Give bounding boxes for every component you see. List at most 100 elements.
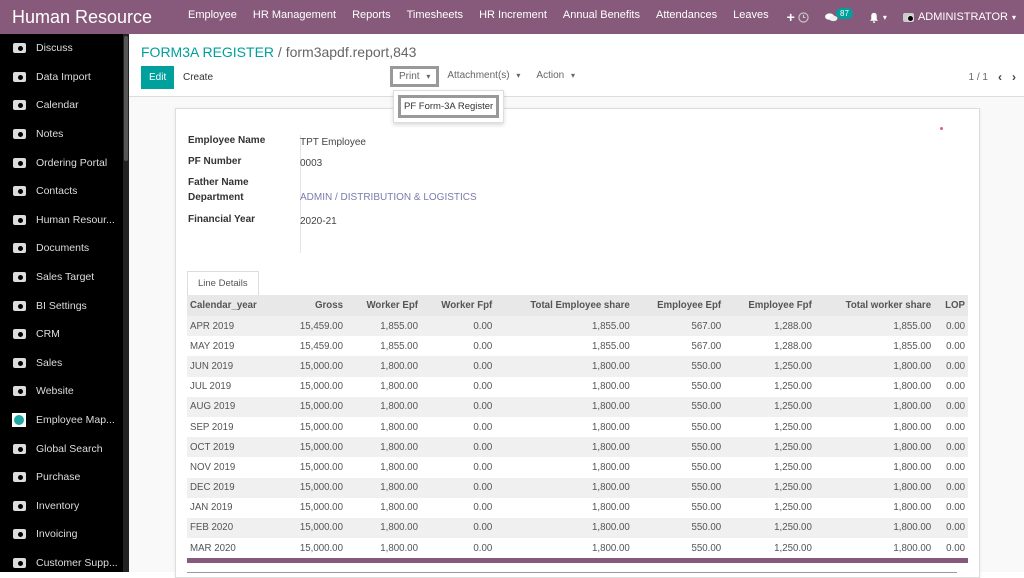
table-cell: 1,800.00 [345, 477, 421, 498]
sidebar-item-purchase[interactable]: Purchase [0, 463, 129, 492]
sidebar-item-global-search[interactable]: Global Search [0, 434, 129, 463]
table-row[interactable]: AUG 2019 15,000.00 1,800.00 0.00 1,800.00 550… [187, 396, 968, 417]
table-cell: 15,459.00 [299, 340, 343, 352]
tab-line-details[interactable]: Line Details [187, 271, 259, 296]
table-row[interactable]: FEB 2020 15,000.00 1,800.00 0.00 1,800.00 550… [187, 517, 968, 539]
menu-item-leaves[interactable]: Leaves [725, 9, 776, 25]
column-header-worker-epf[interactable]: Worker Epf [345, 295, 421, 316]
sidebar-items: Discuss Data Import Calendar Notes Ordering … [0, 34, 129, 572]
sidebar-item-inventory[interactable]: Inventory [0, 492, 129, 521]
caret-down-icon: ▾ [516, 71, 521, 80]
print-dropdown[interactable]: Print ▾ [390, 66, 440, 87]
menu-item-attendances[interactable]: Attendances [648, 9, 725, 25]
edit-button[interactable]: Edit [141, 66, 175, 89]
table-row[interactable]: MAR 2020 15,000.00 1,800.00 0.00 1,800.00 550… [187, 538, 968, 558]
map-pin-icon [12, 413, 26, 428]
user-menu[interactable]: ADMINISTRATOR ▾ [895, 11, 1024, 23]
table-cell: APR 2019 [187, 316, 282, 337]
field-label: Employee Name [188, 135, 266, 146]
table-row[interactable]: JAN 2019 15,000.00 1,800.00 0.00 1,800.00 550… [187, 498, 968, 518]
sidebar-item-contacts[interactable]: Contacts [0, 177, 129, 206]
table-cell: 0.00 [420, 396, 496, 417]
table-cell: 1,250.00 [774, 461, 812, 473]
menu-item-reports[interactable]: Reports [344, 9, 399, 25]
sidebar-item-invoicing[interactable]: Invoicing [0, 520, 129, 549]
menu-item-hr-management[interactable]: HR Management [245, 9, 344, 25]
sidebar-item-bi-settings[interactable]: BI Settings [0, 291, 129, 320]
sidebar-item-notes[interactable]: Notes [0, 120, 129, 149]
column-header-calendar-year[interactable]: Calendar_year [187, 295, 282, 316]
sidebar-scrollbar[interactable] [124, 36, 128, 161]
attachments-dropdown[interactable]: Attachment(s) ▾ [439, 66, 528, 87]
sidebar-item-label: CRM [36, 328, 60, 341]
sidebar-item-sales[interactable]: Sales [0, 349, 129, 378]
menu-item-timesheets[interactable]: Timesheets [399, 9, 471, 25]
table-cell: 1,288.00 [724, 316, 815, 337]
sidebar-item-website[interactable]: Website [0, 377, 129, 406]
table-row[interactable]: JUN 2019 15,000.00 1,800.00 0.00 1,800.00 550… [187, 356, 968, 377]
table-footer-line [187, 572, 957, 573]
table-cell: 15,000.00 [281, 437, 346, 458]
column-header-lop[interactable]: LOP [934, 295, 968, 316]
breadcrumb-root-link[interactable]: FORM3A REGISTER [141, 44, 274, 60]
table-row[interactable]: JUL 2019 15,000.00 1,800.00 0.00 1,800.00 550… [187, 377, 968, 397]
camera-icon [12, 357, 26, 369]
sidebar-item-customer-supp[interactable]: Customer Supp... [0, 549, 129, 572]
table-cell: JUN 2019 [187, 356, 282, 377]
messages-button[interactable]: 87 [817, 7, 861, 23]
sidebar-item-documents[interactable]: Documents [0, 234, 129, 263]
table-row[interactable]: OCT 2019 15,000.00 1,800.00 0.00 1,800.00 550… [187, 437, 968, 458]
chevron-right-icon[interactable]: › [1012, 70, 1016, 84]
table-cell: 0.00 [420, 517, 496, 539]
table-row[interactable]: DEC 2019 15,000.00 1,800.00 0.00 1,800.00 550… [187, 477, 968, 498]
sidebar-item-sales-target[interactable]: Sales Target [0, 263, 129, 292]
create-button[interactable]: Create [179, 66, 217, 89]
table-cell: 1,250.00 [724, 396, 815, 417]
table-row[interactable]: NOV 2019 15,000.00 1,800.00 0.00 1,800.00 550… [187, 457, 968, 477]
sidebar-item-ordering-portal[interactable]: Ordering Portal [0, 148, 129, 177]
sidebar-item-data-import[interactable]: Data Import [0, 63, 129, 92]
table-cell: 15,000.00 [281, 477, 346, 498]
sidebar-item-employee-map[interactable]: Employee Map... [0, 406, 129, 435]
camera-icon [12, 443, 26, 455]
table-row[interactable]: APR 2019 15,459.00 1,855.00 0.00 1,855.00 567… [187, 316, 968, 337]
table-cell: 0.00 [934, 437, 968, 458]
sidebar-item-human-resour[interactable]: Human Resour... [0, 206, 129, 235]
sidebar-item-discuss[interactable]: Discuss [0, 34, 129, 63]
systray: 87 ▾ ADMINISTRATOR ▾ [790, 0, 1024, 34]
column-header-total-worker-share[interactable]: Total worker share [814, 295, 935, 316]
sidebar-item-calendar[interactable]: Calendar [0, 91, 129, 120]
column-header-worker-fpf[interactable]: Worker Fpf [420, 295, 496, 316]
pager-value[interactable]: 1 / 1 [969, 72, 988, 83]
table-cell: 0.00 [420, 477, 496, 498]
menu-item-employee[interactable]: Employee [180, 9, 245, 25]
top-navbar: Human Resource Employee HR Management Repo… [0, 0, 1024, 34]
menu-item-annual-benefits[interactable]: Annual Benefits [555, 9, 648, 25]
bell-icon [869, 12, 879, 23]
table-cell: 1,855.00 [814, 316, 935, 337]
app-title[interactable]: Human Resource [0, 7, 180, 28]
sidebar-item-crm[interactable]: CRM [0, 320, 129, 349]
column-header-total-employee-share[interactable]: Total Employee share [495, 295, 633, 316]
column-header-employee-epf[interactable]: Employee Epf [632, 295, 725, 316]
status-dot [940, 127, 943, 130]
action-dropdown[interactable]: Action ▾ [528, 66, 583, 87]
table-row[interactable]: MAY 2019 15,459.00 1,855.00 0.00 1,855.00 567… [187, 336, 968, 356]
breadcrumb: FORM3A REGISTER / form3apdf.report,843 [141, 44, 416, 60]
table-cell: 1,800.00 [495, 396, 633, 417]
table-cell: 1,800.00 [380, 461, 418, 473]
table-row[interactable]: SEP 2019 15,000.00 1,800.00 0.00 1,800.00 550… [187, 417, 968, 437]
table-cell: 15,000.00 [281, 356, 346, 377]
notifications-button[interactable]: ▾ [861, 12, 895, 23]
table-cell: AUG 2019 [187, 396, 282, 417]
column-header-gross[interactable]: Gross [281, 295, 346, 316]
chevron-left-icon[interactable]: ‹ [998, 70, 1002, 84]
field-label: Department [188, 192, 244, 203]
activity-button[interactable] [790, 11, 817, 23]
column-header-employee-fpf[interactable]: Employee Fpf [724, 295, 815, 316]
table-cell: 0.00 [473, 421, 493, 433]
department-link[interactable]: ADMIN / DISTRIBUTION & LOGISTICS [300, 192, 477, 214]
print-option-pf-form-3a[interactable]: PF Form-3A Register [398, 95, 500, 118]
menu-item-hr-increment[interactable]: HR Increment [471, 9, 555, 25]
field-value: 2020-21 [300, 216, 337, 227]
